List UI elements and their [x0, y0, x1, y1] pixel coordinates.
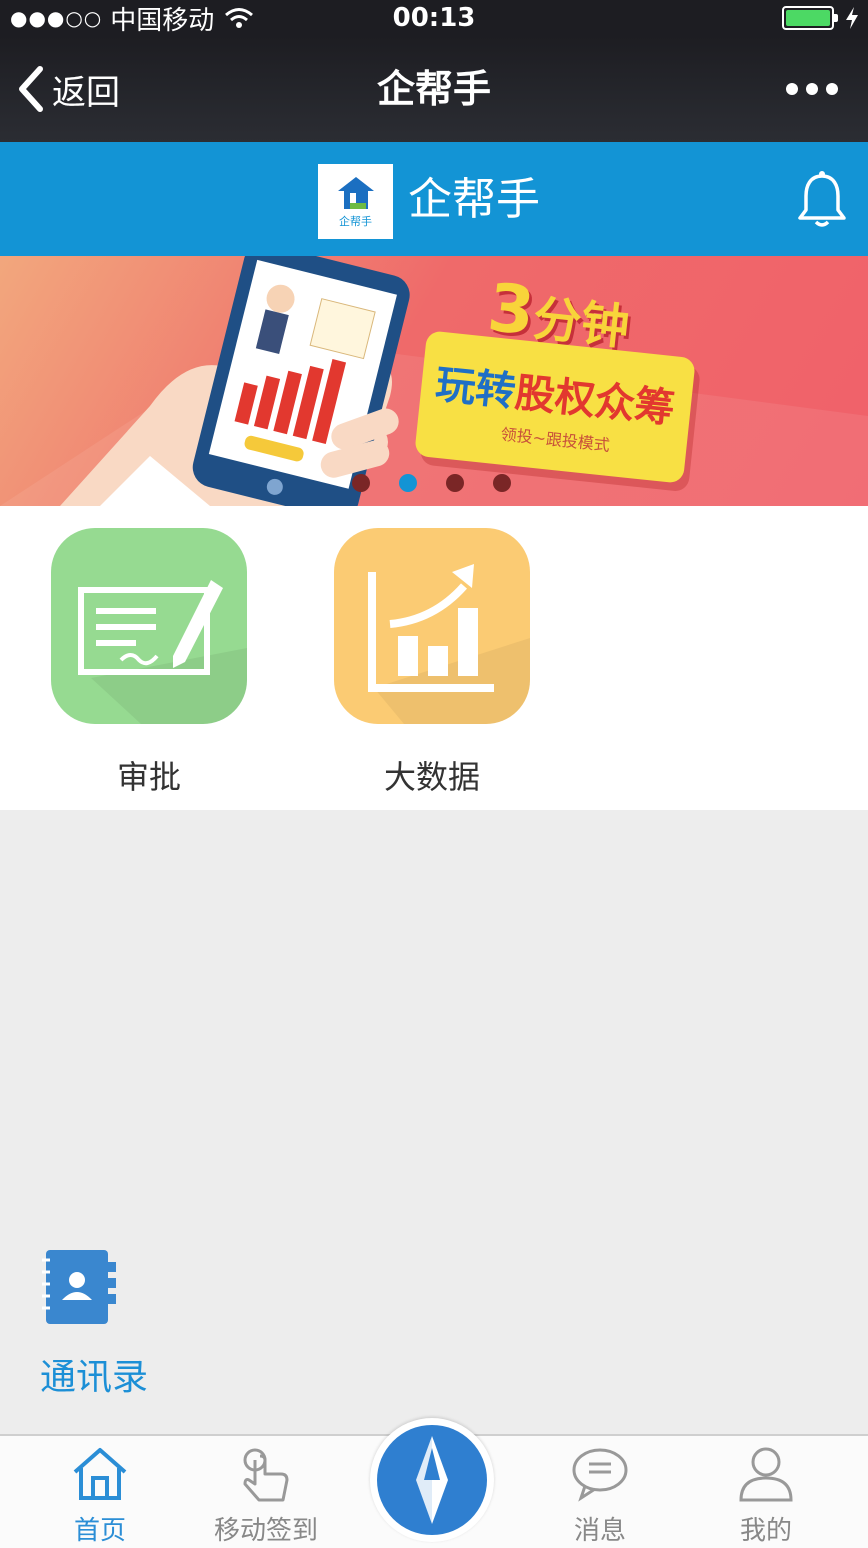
battery-area: [782, 0, 860, 36]
tab-mobile-checkin[interactable]: 移动签到: [196, 1446, 336, 1547]
banner-card-title: 玩转股权众筹: [433, 352, 678, 435]
carousel-dot[interactable]: [446, 474, 464, 492]
app-grid: 审批 大数据: [0, 506, 868, 810]
tab-mine[interactable]: 我的: [696, 1446, 836, 1547]
tab-label: 消息: [573, 1516, 626, 1546]
status-bar: ●●●○○ 中国移动 00:13: [0, 0, 868, 36]
carousel-dot[interactable]: [493, 474, 511, 492]
tab-label: 移动签到: [213, 1516, 318, 1546]
carousel-dot-active[interactable]: [399, 474, 417, 492]
app-label: 大数据: [383, 758, 480, 796]
carousel-indicator: [352, 474, 511, 492]
tab-label: 首页: [73, 1516, 126, 1546]
approval-icon[interactable]: [51, 528, 247, 724]
compass-button-face: [377, 1425, 487, 1535]
contacts-shortcut[interactable]: 通讯录: [40, 1248, 180, 1400]
contacts-label: 通讯录: [40, 1357, 149, 1398]
tab-messages[interactable]: 消息: [530, 1446, 670, 1547]
tab-label: 我的: [739, 1516, 792, 1546]
bell-icon[interactable]: [796, 170, 848, 230]
more-dot: [786, 83, 798, 95]
logo-text: 企帮手: [339, 214, 372, 228]
app-header: 企帮手 企帮手: [0, 142, 868, 256]
chat-bubble-icon: [572, 1448, 628, 1502]
compass-icon: [416, 1436, 448, 1524]
app-big-data[interactable]: 大数据: [334, 528, 530, 798]
clock: 00:13: [392, 3, 476, 33]
promo-banner[interactable]: 3分钟 玩转股权众筹 领投~跟投模式: [0, 256, 868, 506]
home-icon: [73, 1448, 127, 1500]
battery-icon: [782, 6, 838, 30]
more-dot: [806, 83, 818, 95]
house-logo-icon: [337, 176, 374, 209]
navigation-bar: 返回 企帮手: [0, 36, 868, 142]
app-approval[interactable]: 审批: [51, 528, 247, 798]
card-title-b: 股权众筹: [512, 369, 677, 433]
carousel-dot[interactable]: [352, 474, 370, 492]
card-title-a: 玩转: [433, 361, 518, 416]
app-name: 企帮手: [408, 174, 540, 225]
app-logo: 企帮手: [318, 164, 393, 239]
tap-hand-icon: [243, 1448, 289, 1502]
more-dot: [826, 83, 838, 95]
charging-icon: [846, 7, 858, 29]
user-icon: [739, 1447, 793, 1502]
more-options-button[interactable]: [786, 74, 838, 104]
tab-home[interactable]: 首页: [30, 1446, 170, 1547]
page-title: 企帮手: [376, 67, 491, 111]
address-book-icon: [42, 1250, 116, 1324]
app-label: 审批: [116, 758, 181, 796]
big-data-chart-icon[interactable]: [334, 528, 530, 724]
center-action-button[interactable]: [370, 1418, 494, 1542]
